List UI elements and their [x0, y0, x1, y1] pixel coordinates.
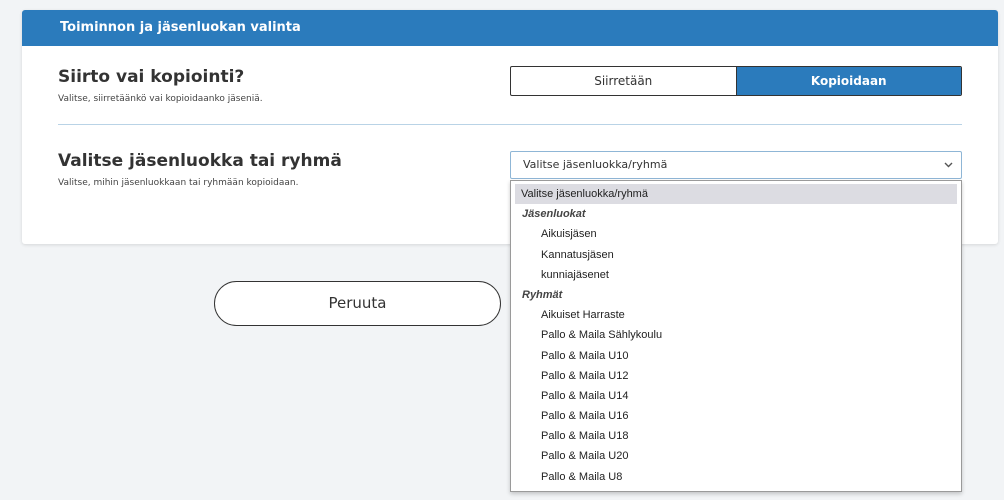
cancel-button[interactable]: Peruuta	[214, 281, 501, 326]
target-title: Valitse jäsenluokka tai ryhmä	[58, 151, 342, 171]
move-copy-subtitle: Valitse, siirretäänkö vai kopioidaanko j…	[58, 94, 263, 104]
dropdown-option[interactable]: Pallo & Maila U20	[511, 446, 961, 466]
dropdown-option[interactable]: Kannatusjäsen	[511, 245, 961, 265]
dropdown-option[interactable]: Aikuisjäsen	[511, 224, 961, 244]
dropdown-option[interactable]: Pallo & Maila U16	[511, 406, 961, 426]
dropdown-group-label: Jäsenluokat	[522, 208, 586, 221]
section-divider	[58, 124, 962, 125]
dropdown-option[interactable]: kunniajäsenet	[511, 265, 961, 285]
target-select-value: Valitse jäsenluokka/ryhmä	[523, 158, 668, 171]
move-copy-toggle: Siirretään Kopioidaan	[510, 66, 962, 96]
dropdown-option[interactable]: Pallo & Maila U18	[511, 426, 961, 446]
dropdown-option[interactable]: Pallo & Maila U10	[511, 346, 961, 366]
move-option-button[interactable]: Siirretään	[511, 67, 736, 95]
dropdown-option-placeholder[interactable]: Valitse jäsenluokka/ryhmä	[515, 184, 957, 205]
dropdown-option[interactable]: Pallo & Maila U14	[511, 386, 961, 406]
card-header: Toiminnon ja jäsenluokan valinta	[22, 10, 998, 46]
dropdown-option[interactable]: Pallo & Maila U12	[511, 366, 961, 386]
move-copy-title: Siirto vai kopiointi?	[58, 67, 245, 87]
target-select[interactable]: Valitse jäsenluokka/ryhmä	[510, 151, 962, 179]
dropdown-group-label: Ryhmät	[522, 288, 563, 301]
dropdown-option[interactable]: Aikuiset Harraste	[511, 305, 961, 325]
copy-option-button[interactable]: Kopioidaan	[735, 67, 961, 95]
dropdown-option[interactable]: Pallo & Maila U8	[511, 467, 961, 487]
dropdown-option[interactable]: Pallo & Maila Sählykoulu	[511, 325, 961, 345]
target-dropdown-list: Valitse jäsenluokka/ryhmä Jäsenluokat Ai…	[510, 180, 962, 492]
target-subtitle: Valitse, mihin jäsenluokkaan tai ryhmään…	[58, 178, 299, 188]
